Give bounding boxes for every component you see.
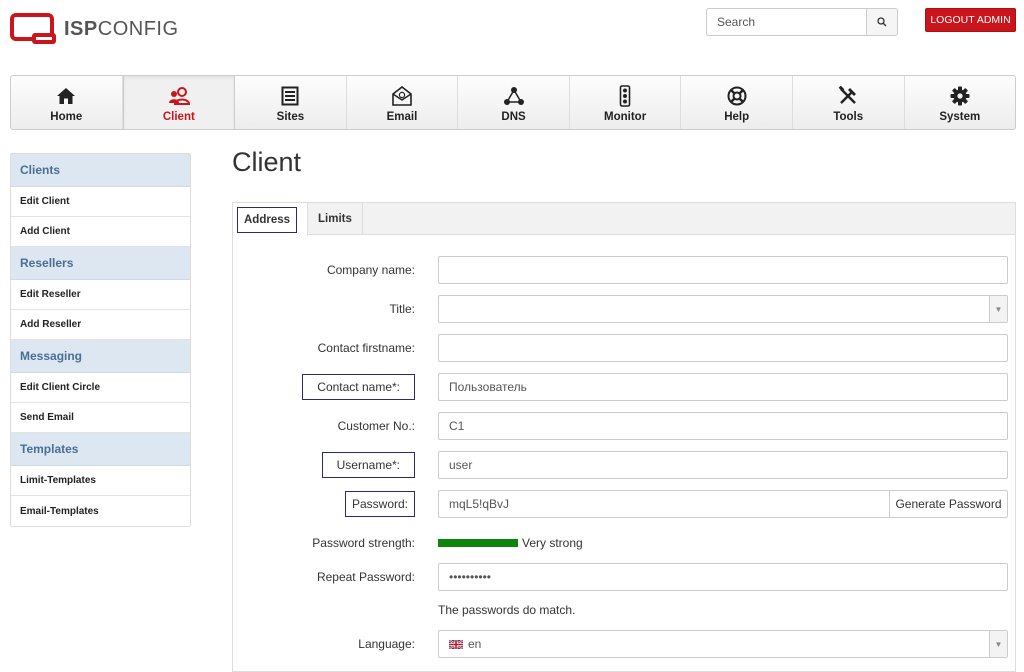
logout-button[interactable]: LOGOUT ADMIN [925, 8, 1016, 32]
row-customer-no: Customer No.: C1 [233, 412, 1017, 440]
nav-tools-label: Tools [833, 111, 864, 123]
tab-limits[interactable]: Limits [308, 203, 363, 235]
company-name-input[interactable] [438, 256, 1008, 284]
username-input[interactable]: user [438, 451, 1008, 479]
language-label: Language: [358, 637, 415, 651]
customer-no-input[interactable]: C1 [438, 412, 1008, 440]
search-button[interactable] [866, 8, 898, 36]
password-strength-bar [438, 539, 518, 547]
sidebar-item-limit-templates[interactable]: Limit-Templates [11, 466, 190, 496]
contact-name-input[interactable]: Пользователь [438, 373, 1008, 401]
ispconfig-logo[interactable]: ISPCONFIG [10, 12, 179, 46]
search-icon [877, 17, 887, 27]
nav-sites[interactable]: Sites [235, 76, 347, 129]
nav-client-label: Client [162, 111, 195, 123]
contact-firstname-label: Contact firstname: [317, 341, 415, 355]
row-company-name: Company name: [233, 256, 1017, 284]
nav-home-label: Home [50, 111, 83, 123]
chevron-down-icon: ▼ [989, 296, 1007, 322]
contact-name-label: Contact name*: [302, 373, 415, 401]
main-nav: Home Client Sites Email DNS Monitor Help… [10, 75, 1016, 130]
nav-help[interactable]: Help [681, 76, 793, 129]
password-label: Password: [344, 490, 415, 518]
nav-dns[interactable]: DNS [458, 76, 570, 129]
nav-monitor[interactable]: Monitor [570, 76, 682, 129]
password-strength-text: Very strong [522, 536, 583, 550]
row-password-strength: Password strength: Very strong [233, 529, 1017, 557]
password-strength-label: Password strength: [312, 536, 415, 550]
generate-password-button[interactable]: Generate Password [889, 490, 1008, 518]
logo-monitor-icon [10, 13, 56, 44]
nav-sites-label: Sites [276, 111, 305, 123]
nav-tools[interactable]: Tools [793, 76, 905, 129]
username-label: Username*: [321, 451, 415, 479]
sidebar-section-messaging: Messaging [11, 340, 190, 373]
search-group [706, 8, 898, 36]
page-title: Client [232, 147, 302, 177]
language-select[interactable]: en ▼ [438, 630, 1008, 658]
sidebar-item-add-client[interactable]: Add Client [11, 217, 190, 247]
sidebar-item-edit-client[interactable]: Edit Client [11, 187, 190, 217]
nav-help-label: Help [724, 111, 750, 123]
row-password-match: The passwords do match. [233, 596, 1017, 624]
nav-system-label: System [939, 111, 981, 123]
contact-firstname-input[interactable] [438, 334, 1008, 362]
row-title: Title: ▼ [233, 295, 1017, 323]
tools-icon [838, 86, 858, 106]
title-select[interactable]: ▼ [438, 295, 1008, 323]
uk-flag-icon [449, 639, 463, 649]
sidebar-item-email-templates[interactable]: Email-Templates [11, 496, 190, 526]
row-password: Password: mqL5!qBvJ Generate Password [233, 490, 1017, 518]
repeat-password-input[interactable]: •••••••••• [438, 563, 1008, 591]
row-language: Language: en ▼ [233, 630, 1017, 658]
monitor-icon [619, 85, 631, 107]
repeat-password-label: Repeat Password: [316, 570, 415, 584]
sites-icon [281, 86, 299, 106]
nav-system[interactable]: System [905, 76, 1016, 129]
customer-no-label: Customer No.: [337, 419, 415, 433]
nav-monitor-label: Monitor [604, 111, 647, 123]
sidebar: Clients Edit Client Add Client Resellers… [10, 153, 191, 527]
tab-bar: Address Limits [233, 203, 1015, 236]
search-input[interactable] [706, 8, 866, 36]
system-icon [950, 86, 970, 106]
row-username: Username*: user [233, 451, 1017, 479]
sidebar-item-edit-reseller[interactable]: Edit Reseller [11, 280, 190, 310]
help-icon [727, 86, 747, 106]
form-panel: Address Limits Company name: Title: ▼ Co… [232, 202, 1016, 672]
sidebar-item-add-reseller[interactable]: Add Reseller [11, 310, 190, 340]
nav-client[interactable]: Client [122, 76, 236, 129]
nav-home[interactable]: Home [11, 76, 123, 129]
nav-dns-label: DNS [501, 111, 526, 123]
chevron-down-icon: ▼ [989, 631, 1007, 657]
row-contact-name: Contact name*: Пользователь [233, 373, 1017, 401]
sidebar-item-send-email[interactable]: Send Email [11, 403, 190, 433]
dns-icon [503, 86, 525, 106]
password-input[interactable]: mqL5!qBvJ [438, 490, 889, 518]
logo-text: ISPCONFIG [64, 18, 179, 40]
sidebar-section-resellers: Resellers [11, 247, 190, 280]
tab-address[interactable]: Address [233, 203, 309, 236]
nav-email-label: Email [386, 111, 418, 123]
email-icon [391, 86, 413, 106]
sidebar-section-templates: Templates [11, 433, 190, 466]
nav-email[interactable]: Email [347, 76, 459, 129]
password-match-note: The passwords do match. [438, 603, 576, 617]
sidebar-section-clients: Clients [11, 154, 190, 187]
home-icon [56, 86, 76, 106]
company-name-label: Company name: [326, 263, 415, 277]
client-icon [168, 86, 190, 106]
row-contact-firstname: Contact firstname: [233, 334, 1017, 362]
sidebar-item-edit-client-circle[interactable]: Edit Client Circle [11, 373, 190, 403]
language-select-value: en [468, 637, 482, 651]
row-repeat-password: Repeat Password: •••••••••• [233, 563, 1017, 591]
title-label: Title: [389, 302, 415, 316]
password-strength-indicator: Very strong [438, 529, 583, 557]
